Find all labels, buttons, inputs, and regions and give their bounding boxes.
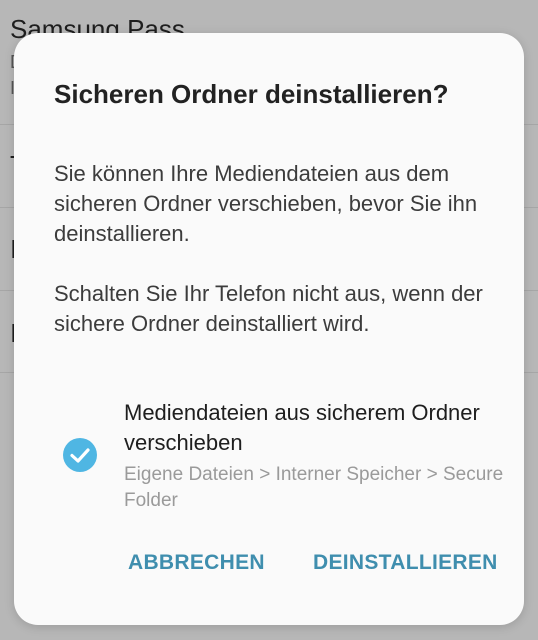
dialog-message: Sie können Ihre Mediendateien aus dem si… [54, 161, 478, 246]
option-label: Mediendateien aus sicherem Ordner versch… [124, 400, 480, 455]
check-circle-icon[interactable] [63, 438, 97, 472]
option-path: Eigene Dateien > Interner Speicher > Sec… [124, 464, 504, 511]
uninstall-dialog: Sicheren Ordner deinstallieren? Sie könn… [14, 33, 524, 625]
move-media-option[interactable]: Mediendateien aus sicherem Ordner versch… [54, 398, 504, 518]
cancel-button[interactable]: ABBRECHEN [128, 551, 265, 575]
dialog-warning: Schalten Sie Ihr Telefon nicht aus, wenn… [54, 281, 483, 336]
dialog-title: Sicheren Ordner deinstallieren? [54, 79, 449, 109]
uninstall-button[interactable]: DEINSTALLIEREN [313, 551, 498, 575]
